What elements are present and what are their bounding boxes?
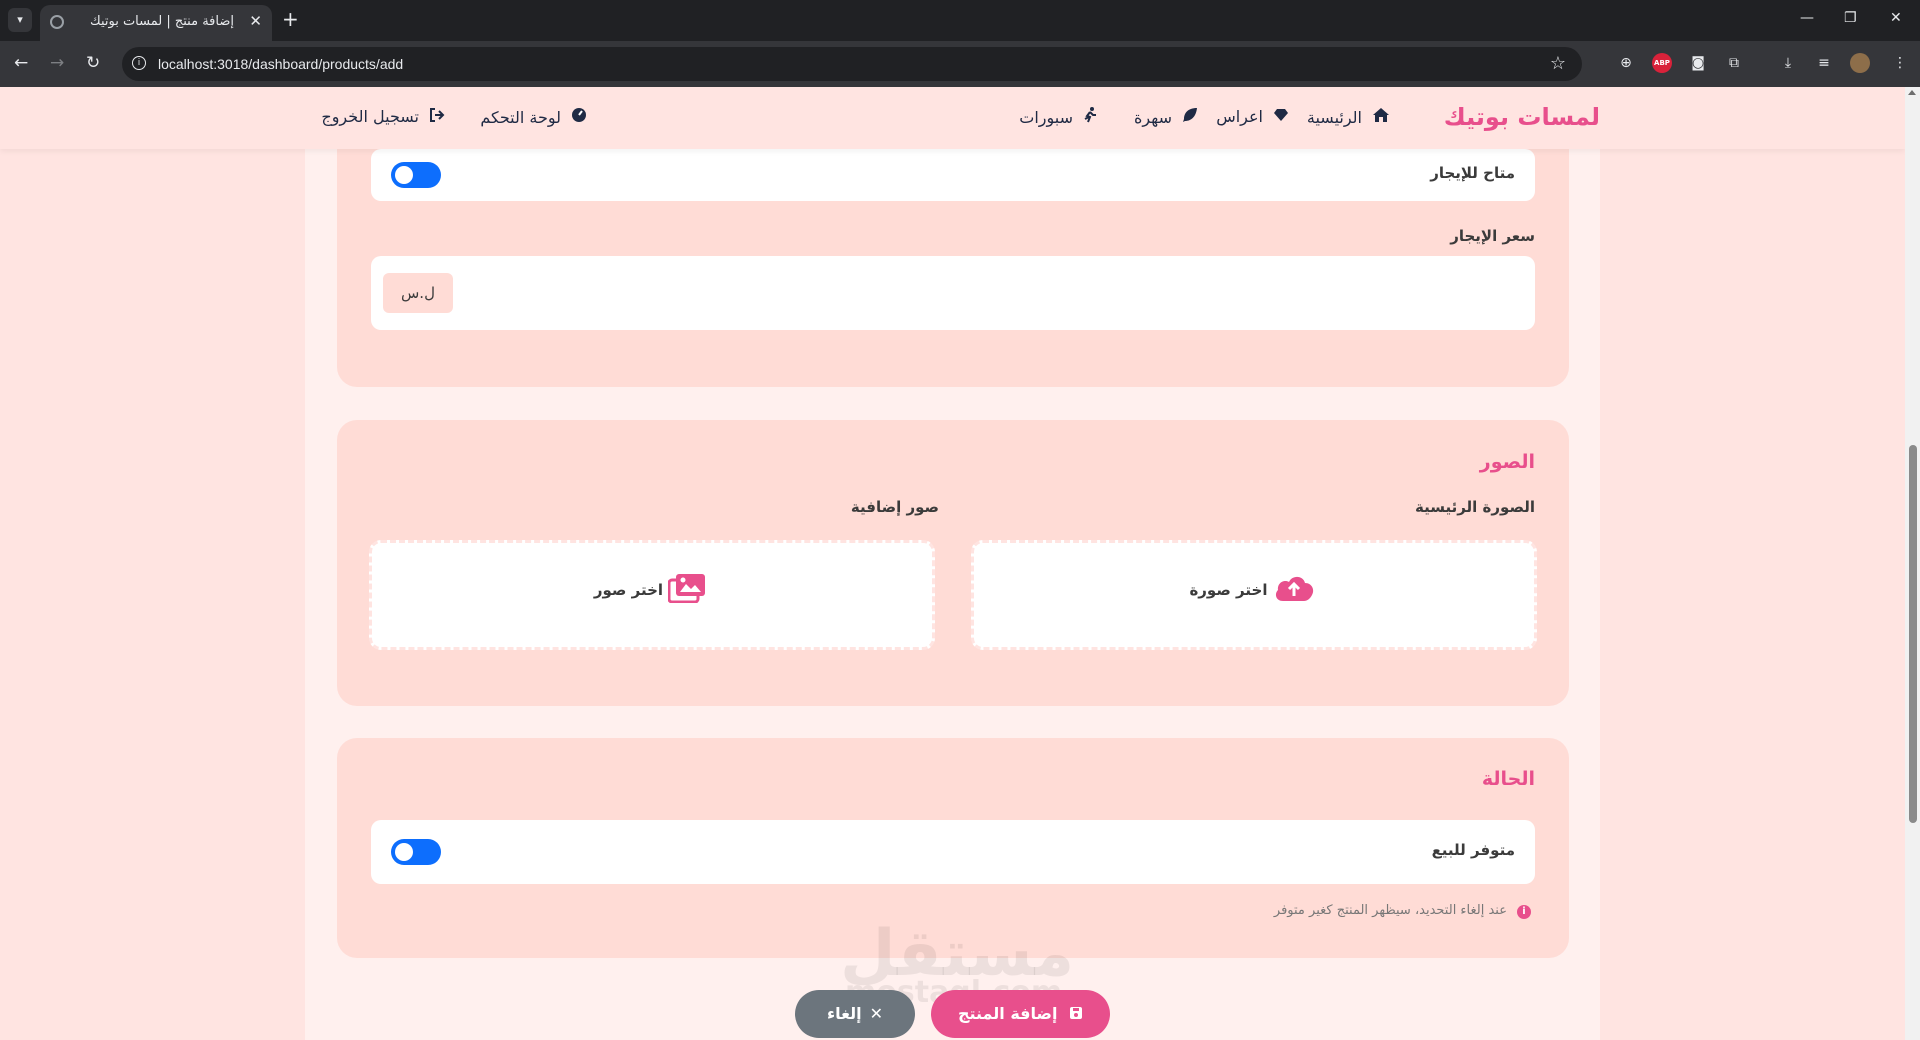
url-text[interactable]: localhost:3018/dashboard/products/add <box>158 56 403 72</box>
main-image-button-label: اختر صورة <box>1189 581 1268 599</box>
puzzle-icon[interactable]: ⧉ <box>1724 53 1744 73</box>
menu-kebab-icon[interactable]: ⋮ <box>1890 53 1910 73</box>
extra-images-label: صور إضافية <box>850 498 939 516</box>
minimize-icon[interactable]: — <box>1800 10 1814 26</box>
download-icon[interactable]: ⤓ <box>1778 53 1798 73</box>
brand-logo[interactable]: لمسات بوتيك <box>1444 103 1600 131</box>
address-bar[interactable]: i localhost:3018/dashboard/products/add … <box>122 47 1582 81</box>
nav-item-sport[interactable]: سبورات <box>1019 107 1097 127</box>
status-section-title: الحالة <box>1481 768 1535 790</box>
new-tab-button[interactable]: + <box>282 8 299 30</box>
images-section-title: الصور <box>1479 451 1535 473</box>
rental-price-input[interactable]: ل.س <box>371 256 1535 330</box>
gauge-icon <box>571 107 587 127</box>
currency-badge: ل.س <box>383 273 453 313</box>
close-tab-icon[interactable]: ✕ <box>249 12 262 30</box>
site-navbar: لمسات بوتيك الرئيسية اعراس سهرة سبورات ل… <box>0 87 1905 149</box>
camera-icon[interactable]: ◙ <box>1688 53 1708 73</box>
main-image-label: الصورة الرئيسية <box>1414 498 1535 516</box>
images-card: الصور الصورة الرئيسية صور إضافية اختر صو… <box>337 420 1569 706</box>
for-sale-row: متوفر للبيع <box>371 820 1535 884</box>
back-icon[interactable]: ← <box>14 53 28 73</box>
nav-dashboard-label: لوحة التحكم <box>480 108 561 127</box>
forward-icon[interactable]: → <box>50 53 64 73</box>
nav-item-evening[interactable]: سهرة <box>1134 107 1198 127</box>
nav-logout[interactable]: تسجيل الخروج <box>321 107 445 126</box>
nav-item-home[interactable]: الرئيسية <box>1307 107 1390 127</box>
rental-price-label: سعر الإيجار <box>1450 227 1535 245</box>
nav-item-label: سبورات <box>1019 108 1073 127</box>
rental-available-row: متاح للإيجار <box>371 149 1535 201</box>
running-icon <box>1083 107 1097 127</box>
extra-images-button-label: اختر صور <box>593 581 664 599</box>
nav-dashboard[interactable]: لوحة التحكم <box>480 107 587 127</box>
media-icon[interactable]: ≡ <box>1814 53 1834 73</box>
sign-out-icon <box>429 107 445 126</box>
browser-tab-bar: ▾ إضافة منتج | لمسات بوتيك ✕ + — ❐ ✕ <box>0 0 1920 41</box>
cancel-label: إلغاء <box>826 1004 862 1023</box>
cancel-button[interactable]: ✕ إلغاء <box>795 990 915 1038</box>
page-scrollbar[interactable] <box>1905 87 1920 1040</box>
close-icon: ✕ <box>869 1004 884 1023</box>
rental-available-toggle[interactable] <box>391 162 441 188</box>
info-icon: i <box>1517 905 1531 919</box>
reload-icon[interactable]: ↻ <box>86 53 100 73</box>
restore-icon[interactable]: ❐ <box>1844 10 1857 26</box>
gem-icon <box>1273 107 1289 126</box>
page-viewport: لمسات بوتيك الرئيسية اعراس سهرة سبورات ل… <box>0 87 1905 1040</box>
profile-avatar[interactable] <box>1850 53 1870 73</box>
tab-title: إضافة منتج | لمسات بوتيك <box>89 14 234 29</box>
for-sale-label: متوفر للبيع <box>1431 841 1515 859</box>
images-icon <box>667 573 706 607</box>
site-info-icon[interactable]: i <box>132 56 146 70</box>
nav-item-label: اعراس <box>1216 107 1263 126</box>
nav-item-label: الرئيسية <box>1306 108 1362 127</box>
globe-icon[interactable]: ⊕ <box>1616 53 1636 73</box>
status-hint: i عند إلغاء التحديد، سيظهر المنتج كغير مت… <box>1274 903 1531 919</box>
nav-item-label: سهرة <box>1134 108 1172 127</box>
for-sale-toggle[interactable] <box>391 839 441 865</box>
nav-item-weddings[interactable]: اعراس <box>1216 107 1289 126</box>
main-image-upload[interactable]: اختر صورة <box>971 540 1537 650</box>
tab-search-button[interactable]: ▾ <box>8 8 32 32</box>
globe-favicon-icon <box>50 15 64 29</box>
extra-images-upload[interactable]: اختر صور <box>369 540 935 650</box>
home-icon <box>1372 107 1390 127</box>
status-hint-text: عند إلغاء التحديد، سيظهر المنتج كغير متو… <box>1273 903 1507 918</box>
browser-tab[interactable]: إضافة منتج | لمسات بوتيك ✕ <box>40 5 272 41</box>
adblock-icon[interactable]: ABP <box>1652 53 1672 73</box>
browser-toolbar: ← → ↻ i localhost:3018/dashboard/product… <box>0 41 1920 87</box>
scroll-up-arrow[interactable] <box>1908 90 1916 95</box>
submit-label: إضافة المنتج <box>957 1004 1058 1023</box>
cloud-upload-icon <box>1273 573 1315 607</box>
submit-product-button[interactable]: إضافة المنتج <box>931 990 1110 1038</box>
save-icon <box>1057 1004 1083 1023</box>
window-close-icon[interactable]: ✕ <box>1890 10 1902 26</box>
leaf-icon <box>1182 107 1198 127</box>
nav-logout-label: تسجيل الخروج <box>321 107 419 126</box>
bookmark-star-icon[interactable]: ☆ <box>1550 53 1566 74</box>
rental-available-label: متاح للإيجار <box>1430 164 1515 182</box>
scrollbar-thumb[interactable] <box>1909 445 1917 823</box>
